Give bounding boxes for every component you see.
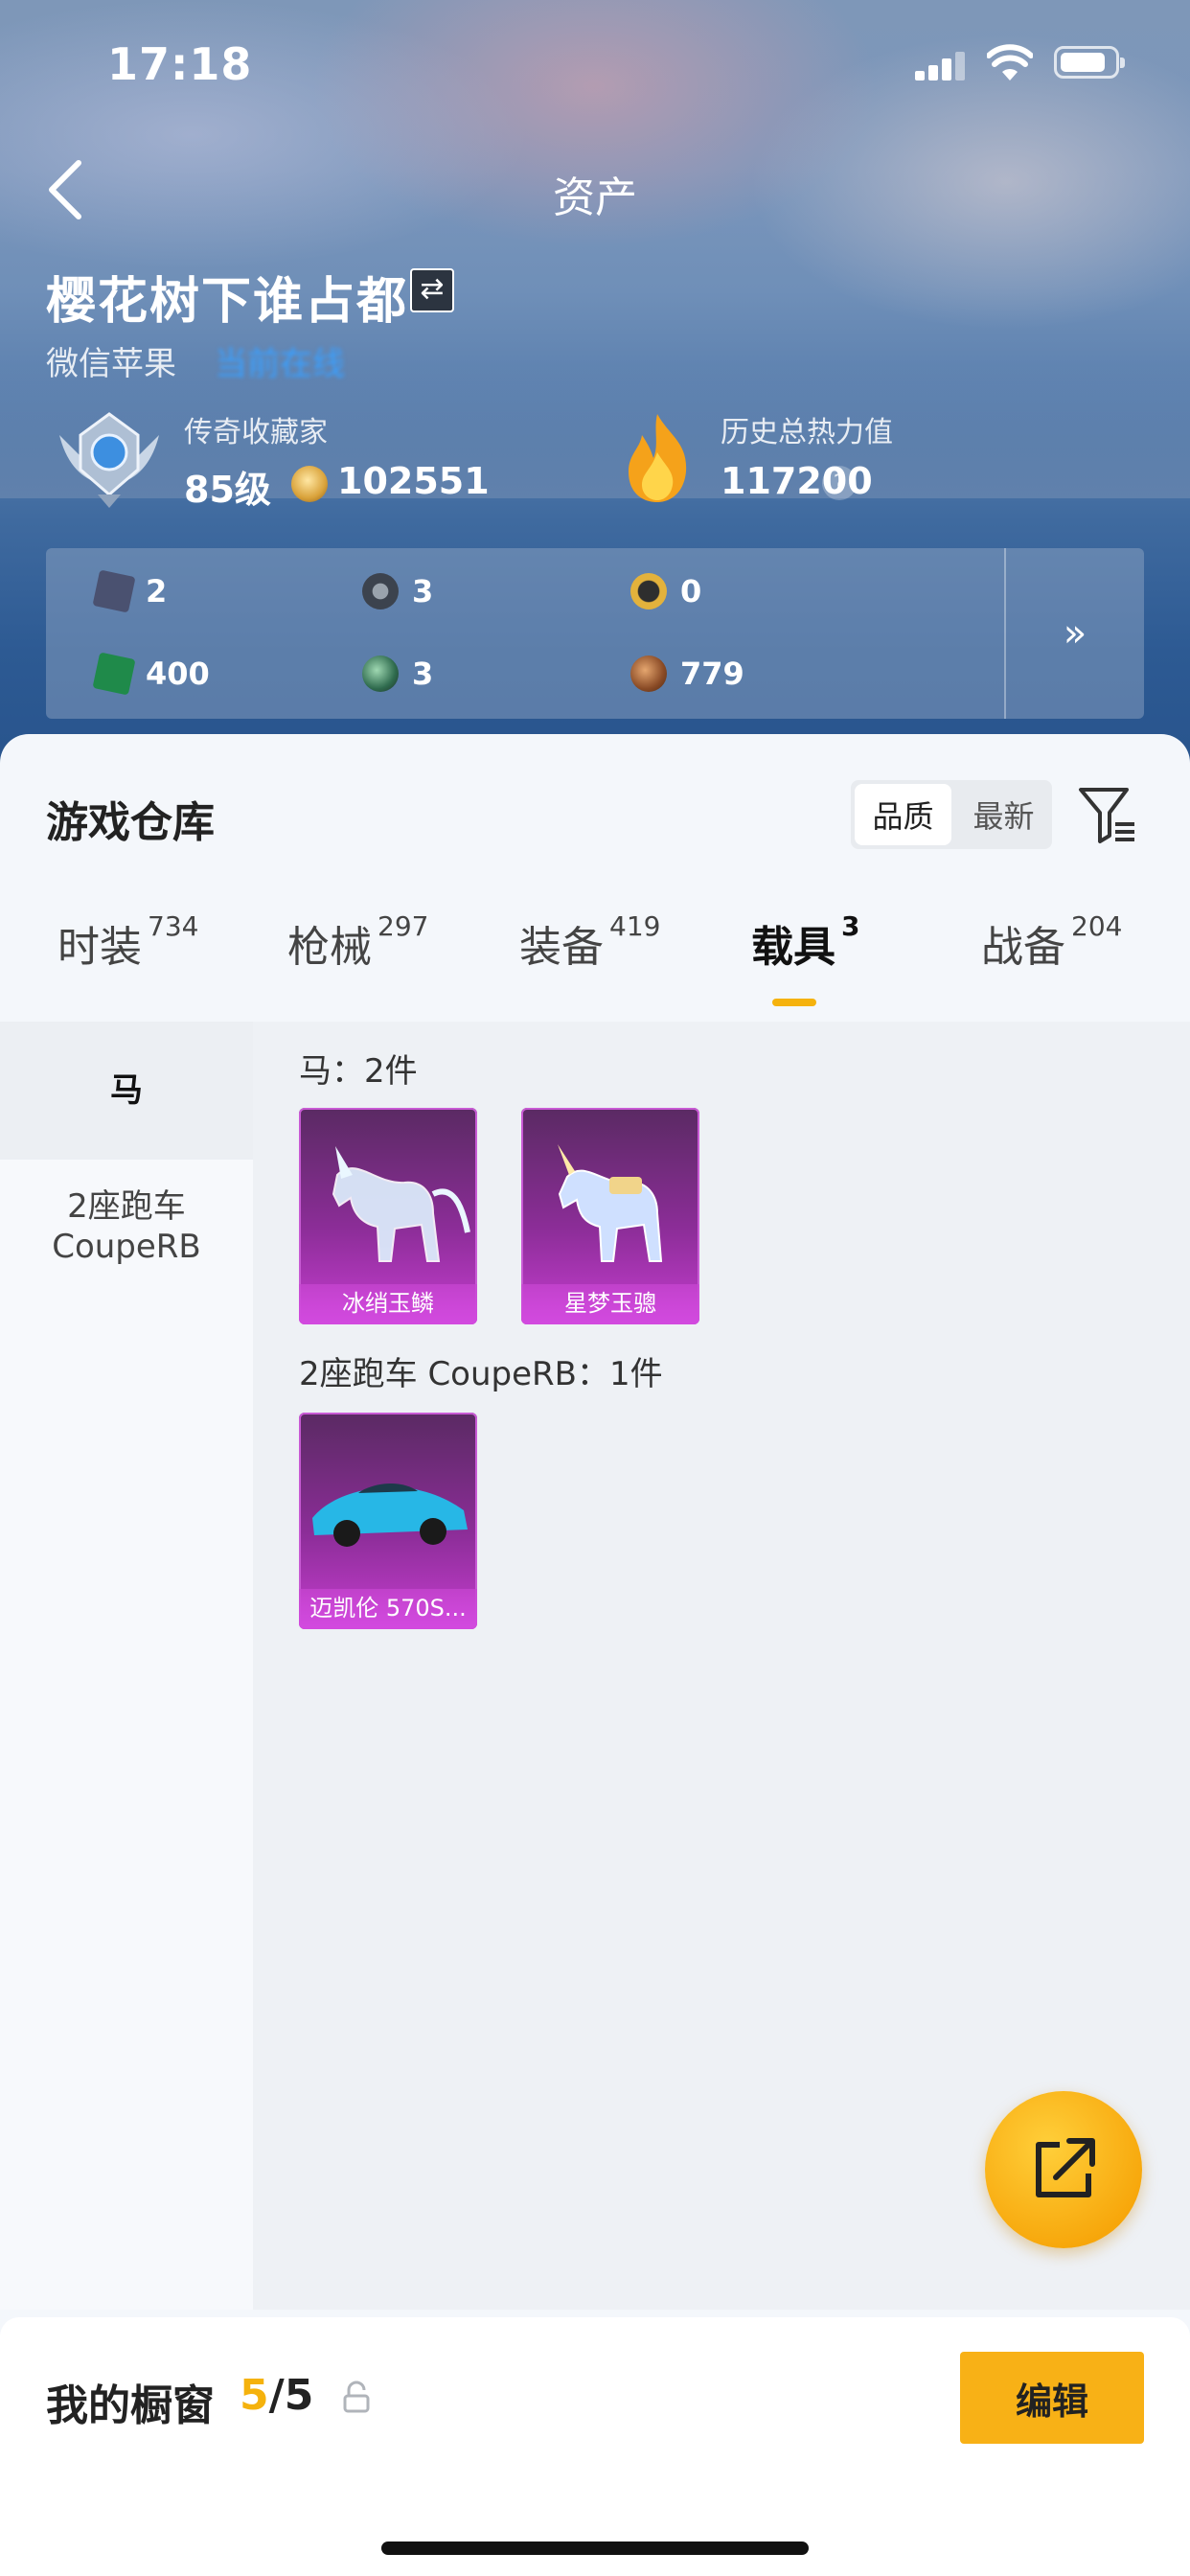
sort-newest-button[interactable]: 最新 — [955, 780, 1052, 849]
battery-icon — [1054, 46, 1125, 79]
currency-item: 2 — [92, 567, 168, 615]
status-bar: 17:18 — [0, 0, 1190, 125]
green-ticket-icon — [92, 652, 136, 696]
status-time: 17:18 — [107, 38, 253, 90]
currency-panel: 2 3 0 400 3 779 — [46, 548, 1144, 719]
city-skyline-background — [0, 364, 1190, 498]
tab-label: 时装 — [57, 923, 142, 972]
sort-quality-button[interactable]: 品质 — [855, 784, 951, 845]
group-title-sports-car: 2座跑车 CoupeRB：1件 — [299, 1355, 663, 1393]
tab-vehicles[interactable]: 载具 3 — [751, 910, 860, 974]
showcase-count: 5/5 — [240, 2371, 313, 2420]
tab-label: 载具 — [751, 923, 835, 972]
tab-fashion[interactable]: 时装 734 — [57, 910, 199, 974]
green-orb-icon — [362, 656, 399, 692]
currency-value: 2 — [146, 573, 168, 610]
item-card[interactable]: 冰绡玉鳞 — [299, 1108, 477, 1324]
showcase-label: 我的橱窗 — [46, 2381, 215, 2430]
lock-icon — [343, 2380, 370, 2413]
tab-count: 204 — [1071, 910, 1123, 942]
vehicle-type-sidebar: 马 2座跑车 CoupeRB — [0, 1022, 253, 2310]
currency-value: 3 — [412, 573, 434, 610]
item-card[interactable]: 迈凯伦 570S... — [299, 1413, 477, 1629]
showcase-total: /5 — [268, 2371, 314, 2420]
tab-battle-prep[interactable]: 战备 204 — [981, 910, 1123, 974]
tab-count: 734 — [148, 910, 199, 942]
rank-level: 85级 — [184, 469, 271, 511]
unicorn-image — [558, 1144, 663, 1262]
gold-medal-icon — [630, 573, 667, 610]
tab-count: 297 — [378, 910, 429, 942]
group-title-horse: 马：2件 — [299, 1052, 418, 1091]
tab-count: 419 — [609, 910, 661, 942]
tab-weapons[interactable]: 枪械 297 — [287, 910, 429, 974]
username: 樱花树下谁占都 — [46, 273, 409, 331]
share-icon — [1036, 2138, 1095, 2197]
warehouse-title: 游戏仓库 — [46, 798, 215, 847]
sidebar-item-sports-car[interactable]: 2座跑车 CoupeRB — [31, 1186, 222, 1267]
heat-title: 历史总热力值 — [721, 416, 893, 449]
currency-item: 3 — [362, 650, 433, 698]
tab-label: 装备 — [519, 923, 604, 972]
rank-title: 传奇收藏家 — [184, 416, 328, 449]
tab-equipment[interactable]: 装备 419 — [519, 910, 661, 974]
dial-coin-icon — [362, 573, 399, 610]
currency-value: 0 — [680, 573, 702, 610]
item-card[interactable]: 星梦玉骢 — [521, 1108, 699, 1324]
page-title: 资产 — [553, 173, 637, 222]
currency-more-button[interactable]: » — [1006, 548, 1144, 719]
currency-item: 3 — [362, 567, 433, 615]
share-button[interactable] — [985, 2091, 1142, 2248]
card-icon — [92, 569, 136, 613]
tab-label: 战备 — [981, 923, 1065, 972]
help-icon[interactable]: ? — [822, 466, 857, 500]
wifi-icon — [987, 44, 1033, 80]
currency-value: 400 — [146, 656, 210, 692]
sidebar-item-horse[interactable]: 马 — [0, 1022, 253, 1160]
rank-emblem-icon — [59, 412, 159, 508]
switch-account-icon[interactable]: ⇄ — [410, 268, 454, 312]
currency-item: 400 — [92, 650, 210, 698]
collection-points: 102551 — [337, 460, 490, 502]
collection-coin-icon — [291, 466, 328, 502]
category-tabs: 时装 734 枪械 297 装备 419 载具 3 战备 204 — [0, 910, 1190, 1018]
item-name: 星梦玉骢 — [521, 1284, 699, 1324]
sort-toggle: 品质 最新 — [851, 780, 1052, 849]
tab-count: 3 — [841, 910, 860, 942]
ice-horse-image — [332, 1146, 470, 1262]
fire-icon — [629, 414, 687, 502]
showcase-current: 5 — [240, 2371, 269, 2420]
online-status: 当前在线 — [215, 345, 345, 383]
item-name: 迈凯伦 570S... — [299, 1589, 477, 1629]
currency-value: 779 — [680, 656, 744, 692]
warehouse-sheet: 游戏仓库 品质 最新 时装 734 枪械 297 装备 419 载具 3 战备 204 马… — [0, 734, 1190, 2576]
mclaren-car-image — [312, 1483, 468, 1547]
currency-item: 0 — [630, 567, 701, 615]
filter-icon[interactable] — [1077, 784, 1138, 845]
home-indicator — [381, 2542, 809, 2555]
edit-button[interactable]: 编辑 — [960, 2352, 1144, 2444]
active-tab-indicator — [772, 999, 816, 1006]
platform-label: 微信苹果 — [46, 345, 176, 383]
showcase-bar: 我的橱窗 5/5 编辑 — [0, 2317, 1190, 2576]
currency-item: 779 — [630, 650, 744, 698]
item-name: 冰绡玉鳞 — [299, 1284, 477, 1324]
tab-label: 枪械 — [287, 923, 372, 972]
bronze-coin-icon — [630, 656, 667, 692]
currency-value: 3 — [412, 656, 434, 692]
cell-signal-icon — [915, 50, 965, 80]
